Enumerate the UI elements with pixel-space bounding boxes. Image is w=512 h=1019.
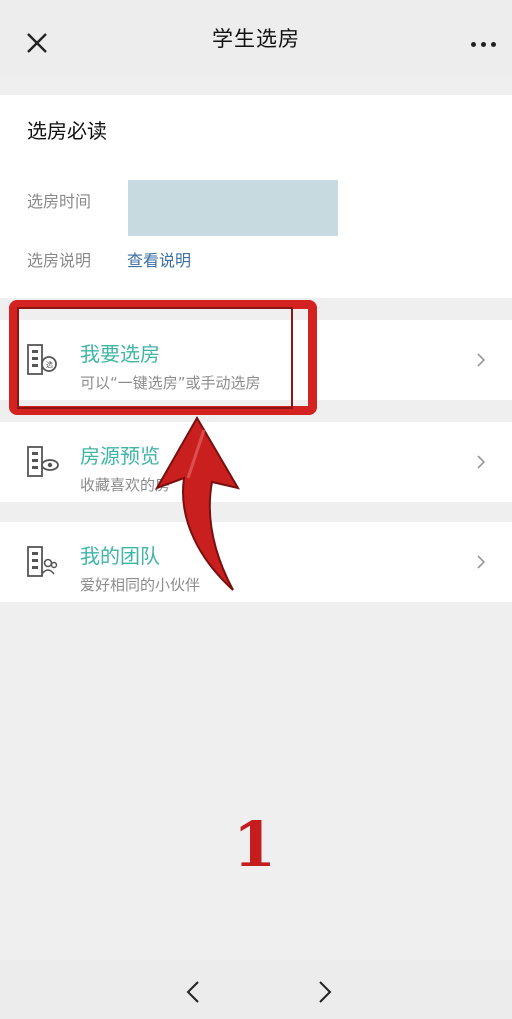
menu-subtitle: 爱好相同的小伙伴 (80, 576, 201, 594)
page-title: 学生选房 (212, 26, 300, 51)
notice-card: 选房必读 选房时间 选房说明 查看说明 (0, 95, 512, 298)
building-team-icon (27, 546, 58, 577)
annotation-highlight-inner (17, 307, 293, 409)
close-icon[interactable] (22, 28, 52, 58)
menu-subtitle: 收藏喜欢的房 (80, 476, 171, 494)
chevron-right-icon (477, 455, 486, 469)
chevron-left-icon[interactable] (186, 980, 200, 1004)
chevron-right-icon (477, 353, 486, 367)
chevron-right-icon[interactable] (318, 980, 332, 1004)
more-dots-icon[interactable] (471, 42, 496, 47)
notice-heading: 选房必读 (27, 119, 107, 143)
top-bar: 学生选房 (0, 0, 512, 75)
masked-time-value (128, 180, 338, 236)
menu-title: 房源预览 (80, 444, 160, 468)
menu-item-preview-rooms[interactable]: 房源预览 收藏喜欢的房 (0, 422, 512, 502)
view-description-link[interactable]: 查看说明 (127, 247, 191, 271)
building-view-icon (27, 446, 59, 477)
menu-title: 我的团队 (80, 544, 160, 568)
time-label: 选房时间 (27, 192, 92, 211)
chevron-right-icon (477, 555, 486, 569)
menu-item-my-team[interactable]: 我的团队 爱好相同的小伙伴 (0, 522, 512, 602)
step-number: 1 (233, 808, 277, 881)
desc-label: 选房说明 (27, 251, 92, 270)
bottom-nav-bar (0, 960, 512, 1019)
